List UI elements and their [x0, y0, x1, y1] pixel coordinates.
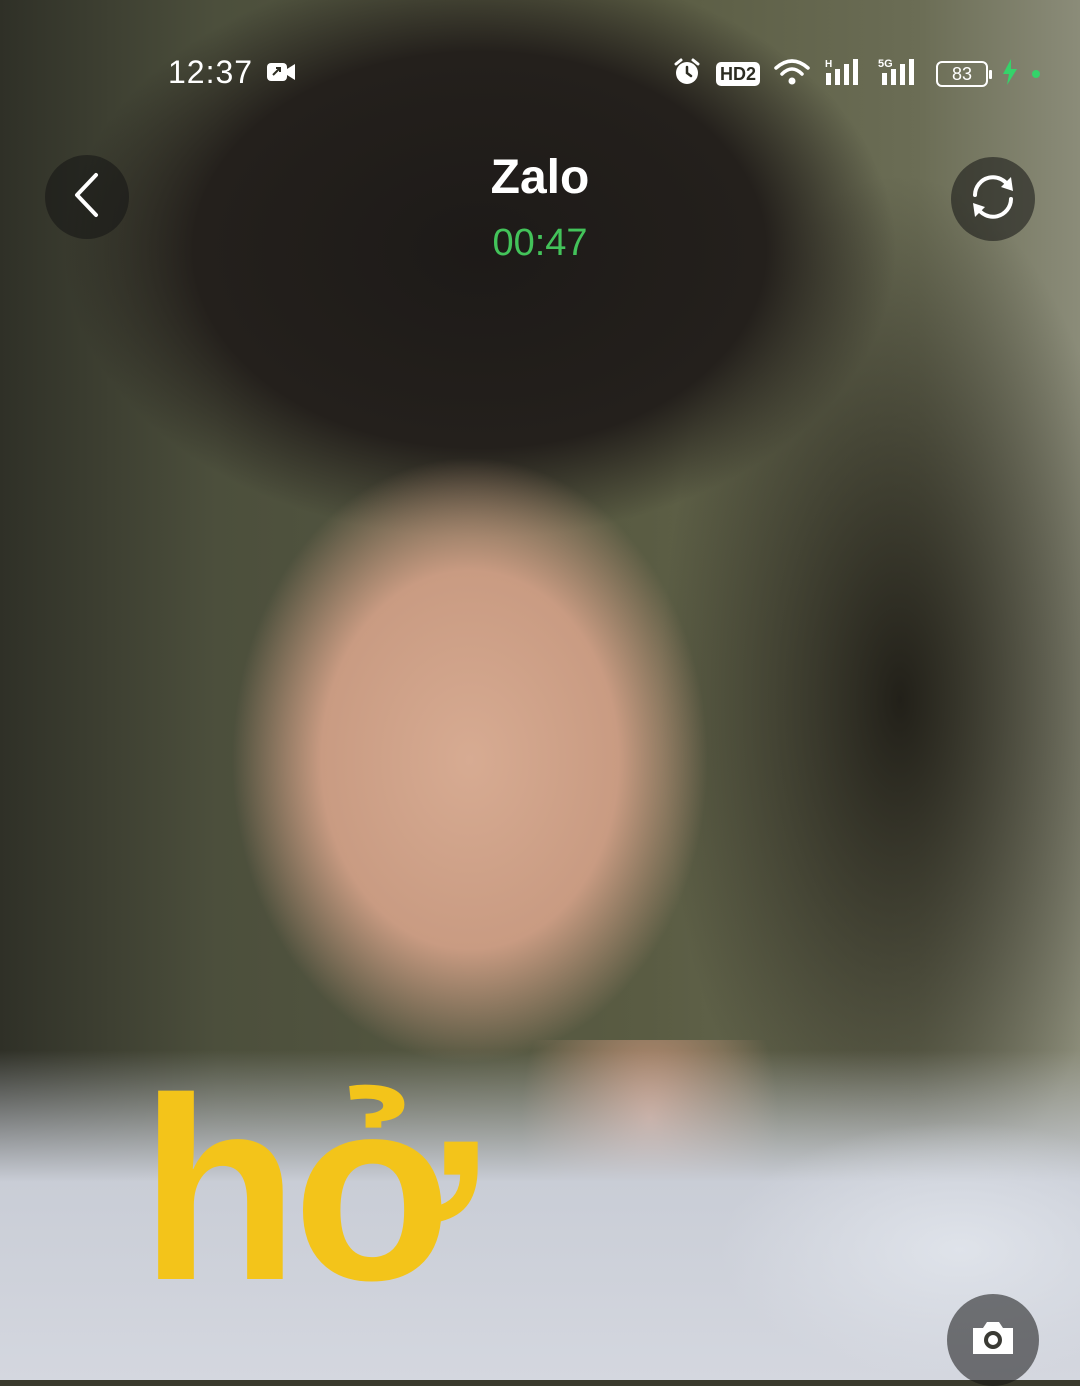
battery-indicator: 83 [936, 61, 992, 87]
network-type-label: 5G [878, 58, 893, 70]
charging-icon [1002, 58, 1018, 90]
call-duration: 00:47 [492, 222, 588, 264]
screen-record-icon [266, 60, 296, 84]
battery-level: 83 [951, 63, 973, 84]
camera-icon [969, 1318, 1017, 1363]
switch-camera-button[interactable] [951, 157, 1035, 241]
call-app-title: Zalo [490, 151, 590, 204]
signal-icon: H [824, 57, 864, 92]
hd-voice-badge: HD2 [715, 62, 760, 86]
status-bar: 12:37 HD2 H 5G 83 [0, 40, 1080, 110]
alarm-icon [672, 57, 702, 92]
signal-5g-icon: 5G [878, 57, 922, 92]
caption-text: hở [140, 1045, 478, 1335]
status-dot [1032, 70, 1040, 78]
switch-camera-icon [965, 169, 1021, 230]
status-time: 12:37 [168, 54, 254, 90]
svg-text:H: H [825, 59, 832, 70]
wifi-icon [774, 57, 810, 92]
camera-button[interactable] [947, 1294, 1039, 1386]
